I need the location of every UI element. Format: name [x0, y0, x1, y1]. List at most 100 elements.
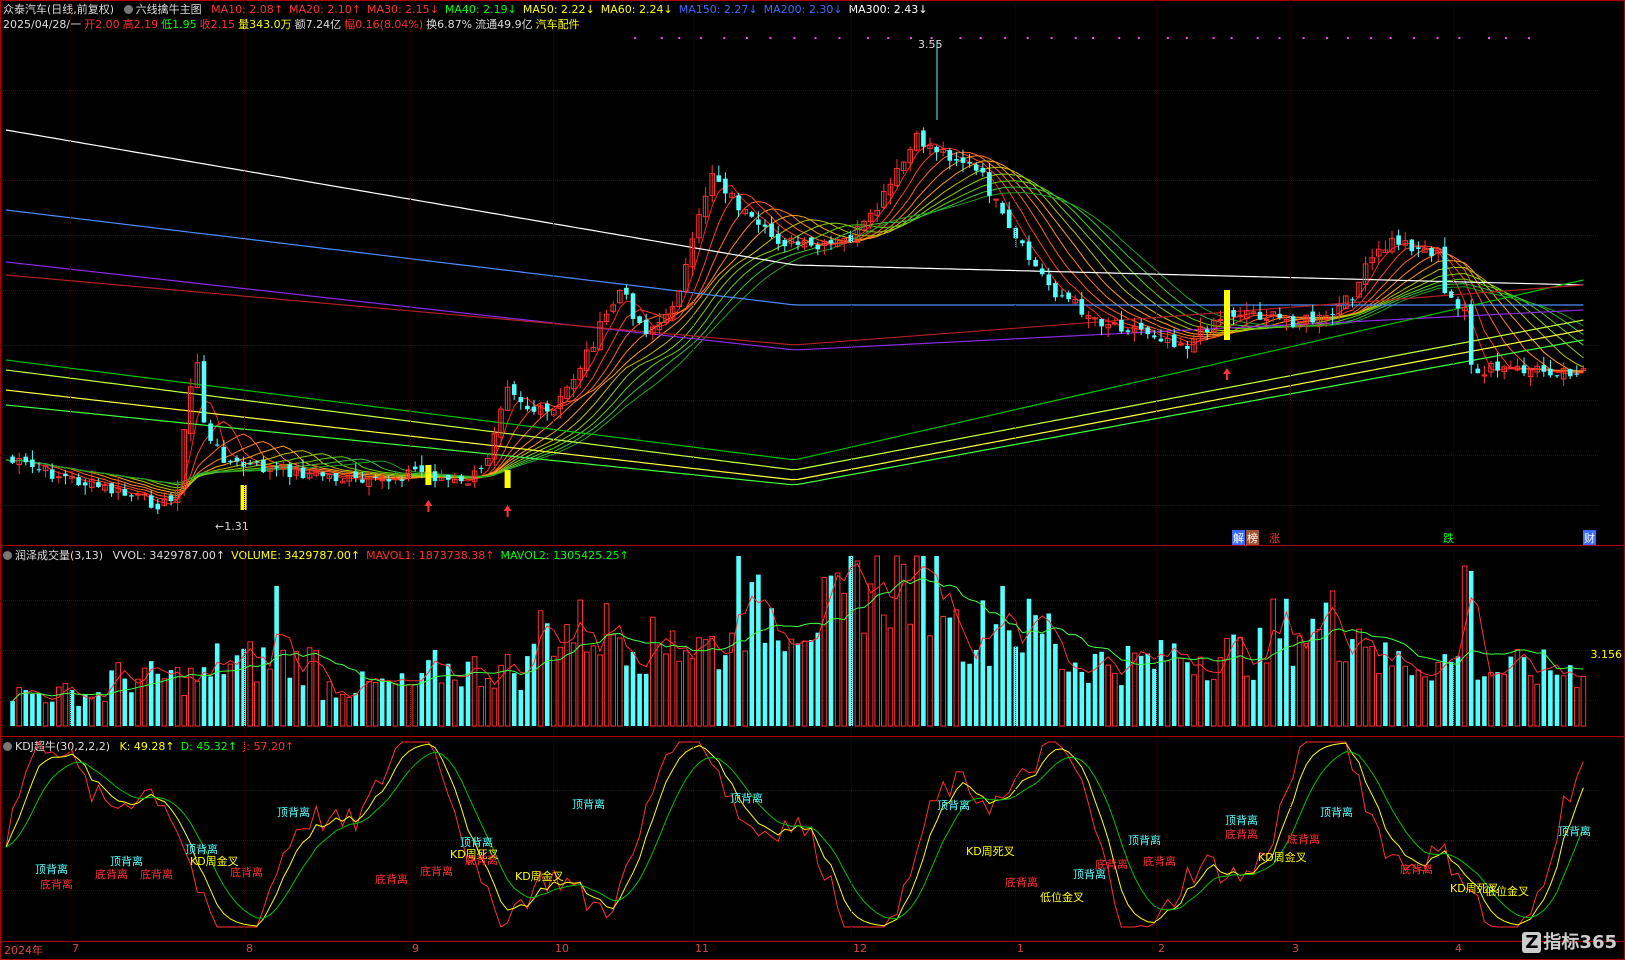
volume-bar — [1362, 646, 1369, 727]
kdj-annotation: 底背离 — [1225, 828, 1258, 841]
kdj-annotation: 顶背离 — [1558, 825, 1591, 838]
candle-body — [1046, 274, 1052, 286]
volume-bar — [1495, 672, 1500, 726]
candle-body — [749, 212, 755, 217]
volume-bar — [346, 696, 352, 727]
volume-bar — [1191, 674, 1197, 727]
top-marker — [838, 37, 841, 39]
candle-body — [360, 479, 365, 483]
top-marker — [1074, 37, 1077, 39]
candle-body — [1053, 283, 1058, 298]
volume-bar — [465, 661, 471, 726]
volume-bar — [452, 679, 458, 727]
volume-bar — [537, 610, 544, 727]
volume-bar — [1310, 618, 1316, 726]
volume-bar — [1125, 645, 1131, 726]
volume-bar — [201, 667, 207, 726]
candle-body — [762, 224, 768, 227]
volume-bar — [445, 663, 451, 726]
top-marker — [979, 37, 982, 39]
kdj-annotation: 底背离 — [1005, 876, 1038, 889]
candle-body — [934, 146, 939, 153]
volume-bar — [1112, 672, 1118, 727]
candle-body — [1396, 235, 1401, 245]
candle-body — [643, 319, 649, 334]
candle-body — [1257, 311, 1263, 320]
candle-body — [320, 472, 326, 477]
kdj-annotation: 低位金叉 — [1485, 885, 1529, 898]
ma-line-4 — [5, 160, 1584, 494]
volume-bar — [1039, 633, 1045, 726]
volume-bar — [36, 693, 42, 726]
kdj-annotation: KD周金叉 — [515, 870, 564, 883]
badge-zhang[interactable]: 涨 — [1268, 530, 1281, 546]
volume-bar — [544, 623, 550, 726]
volume-bar — [795, 643, 801, 726]
candle-body — [1231, 309, 1236, 317]
kdj-annotation: 底背离 — [140, 868, 173, 881]
kdj-annotation: 底背离 — [420, 865, 453, 878]
volume-bar — [1482, 676, 1487, 726]
candle-body — [716, 175, 722, 182]
volume-bar — [775, 640, 781, 726]
price-chart[interactable] — [0, 0, 1598, 545]
volume-bar — [980, 600, 986, 726]
top-marker — [1166, 37, 1169, 39]
volume-chart[interactable] — [0, 546, 1598, 736]
volume-bar — [386, 681, 392, 726]
volume-bar — [485, 677, 491, 727]
kdj-annotation: 顶背离 — [730, 792, 763, 805]
kdj-annotation: 顶背离 — [572, 798, 605, 811]
candle-body — [412, 466, 418, 470]
candle-body — [1495, 361, 1500, 371]
candle-body — [1145, 327, 1151, 335]
candle-body — [399, 479, 405, 481]
volume-bar — [1369, 645, 1376, 727]
candle-body — [168, 495, 174, 502]
volume-bar — [102, 700, 108, 727]
volume-bar — [1020, 652, 1025, 726]
candle-body — [261, 459, 266, 473]
volume-bar — [1316, 628, 1323, 727]
volume-bar — [967, 663, 972, 726]
candle-body — [1429, 247, 1434, 257]
badge-bang[interactable]: 榜 — [1246, 530, 1259, 546]
top-marker — [1488, 37, 1491, 39]
volume-bar — [756, 574, 761, 726]
candle-body — [1026, 241, 1032, 260]
badge-cai[interactable]: 财 — [1583, 530, 1596, 546]
candle-body — [1020, 240, 1025, 244]
volume-bar — [987, 665, 992, 726]
volume-bar — [1303, 643, 1310, 727]
volume-bar — [1026, 598, 1032, 726]
candle-body — [1409, 239, 1415, 252]
volume-bar — [412, 683, 418, 727]
ma-line-8 — [5, 186, 1584, 484]
volume-bar — [788, 638, 795, 727]
volume-bar — [650, 616, 656, 727]
candle-body — [1263, 318, 1270, 321]
date-tick: 2 — [1158, 942, 1165, 955]
volume-bar — [921, 556, 926, 726]
volume-bar — [637, 673, 642, 726]
top-marker — [814, 37, 817, 39]
candle-body — [1138, 322, 1144, 330]
date-tick: 2024年 — [4, 944, 43, 957]
candle-body — [1475, 368, 1481, 374]
volume-bar — [221, 674, 227, 726]
volume-bar — [656, 644, 663, 727]
kdj-annotation: 底背离 — [1095, 858, 1128, 871]
candle-body — [967, 162, 972, 164]
kdj-chart[interactable] — [0, 737, 1598, 941]
kdj-annotation: 底背离 — [40, 878, 73, 891]
volume-bar — [491, 687, 498, 727]
volume-bar — [861, 632, 867, 727]
date-tick: 9 — [412, 942, 419, 955]
badge-jie[interactable]: 解 — [1232, 530, 1245, 546]
date-tick: 3 — [1292, 942, 1299, 955]
volume-bar — [438, 682, 445, 727]
kdj-k-line — [5, 742, 1584, 927]
volume-bar — [1211, 678, 1217, 727]
candle-body — [82, 482, 88, 486]
volume-bar — [815, 632, 821, 726]
